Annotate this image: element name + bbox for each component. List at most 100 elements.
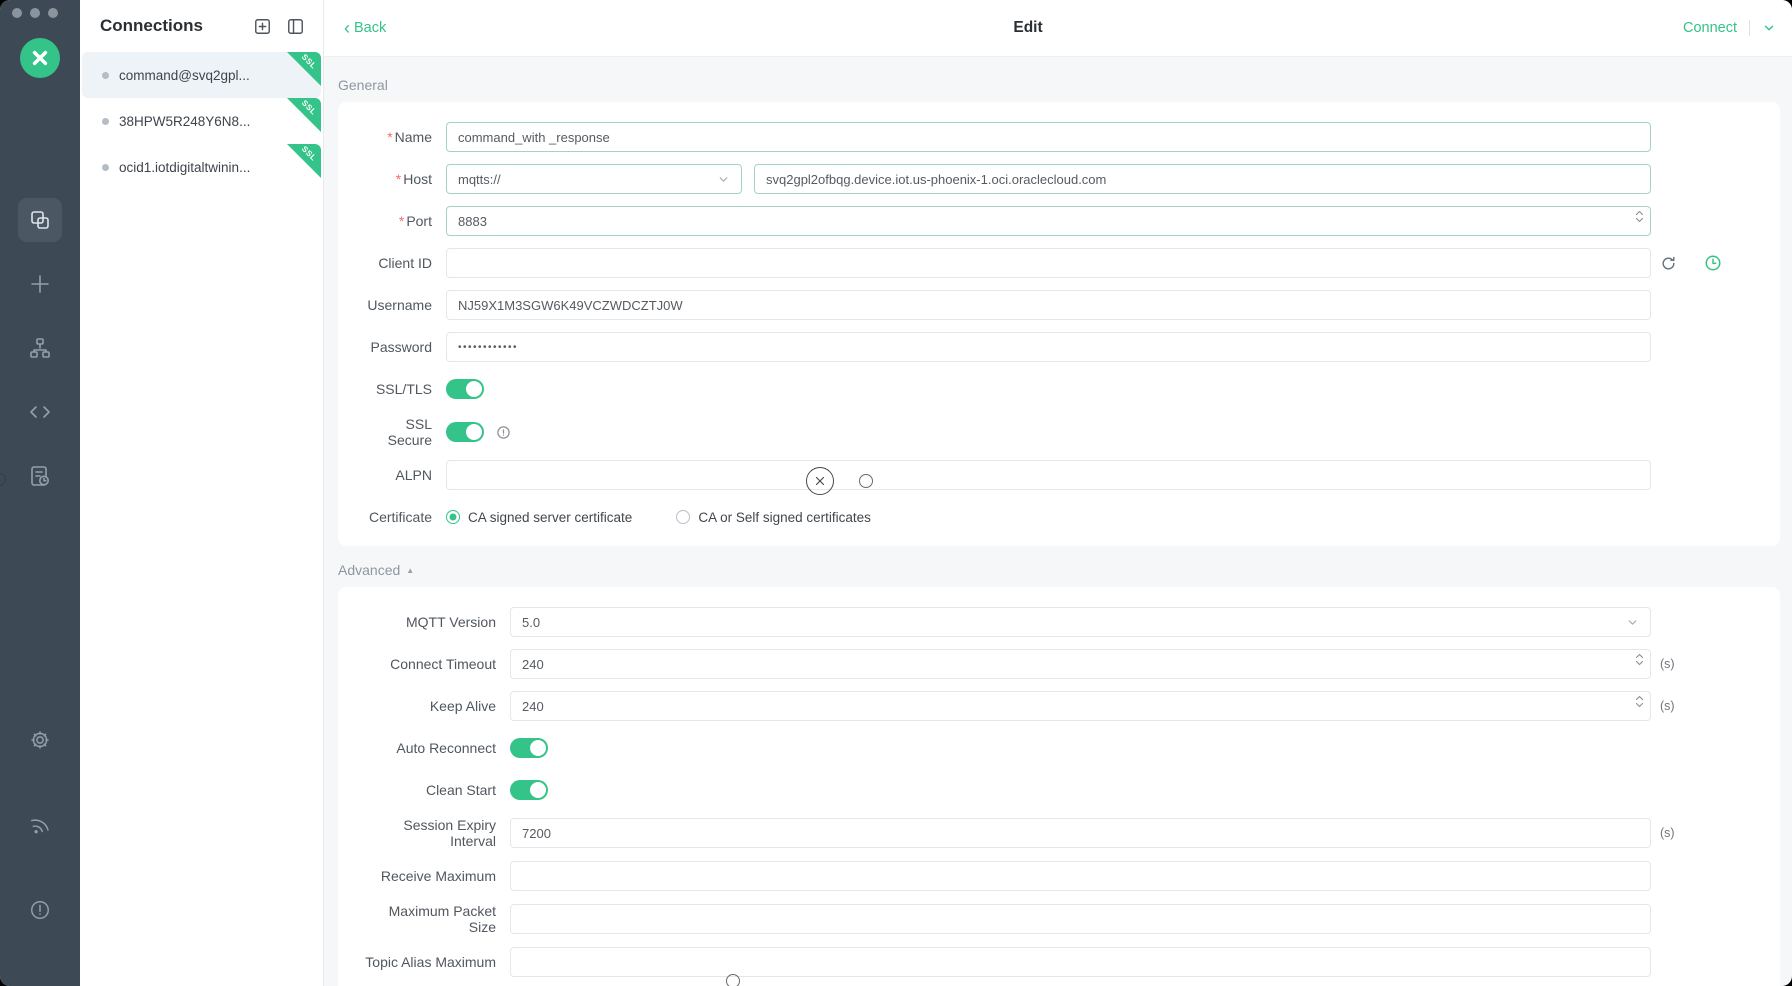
mqtt-version-select[interactable]: 5.0 — [510, 607, 1651, 637]
host-label: *Host — [358, 171, 432, 187]
collapse-caret-icon: ▲ — [406, 566, 414, 575]
sidebar-item-about[interactable] — [18, 888, 62, 932]
code-icon — [28, 400, 52, 424]
app-sidebar — [0, 0, 80, 986]
host-field-row: *Host mqtts:// — [338, 164, 1780, 194]
keep-alive-input[interactable] — [522, 699, 1639, 714]
ssl-badge: SSL — [287, 52, 321, 86]
sidebar-item-topic-tree[interactable] — [18, 326, 62, 370]
radio-ca-signed-server[interactable]: CA signed server certificate — [446, 510, 632, 525]
seconds-unit: (s) — [1660, 826, 1675, 840]
advanced-card: MQTT Version 5.0 Connect Timeout — [338, 587, 1780, 986]
minimize-window-button[interactable] — [30, 8, 40, 18]
back-chevron-icon: ‹ — [344, 21, 350, 35]
clean-start-label: Clean Start — [358, 782, 496, 798]
alpn-input[interactable] — [458, 468, 1639, 483]
alpn-label: ALPN — [358, 467, 432, 483]
sidebar-item-new-connection[interactable] — [18, 262, 62, 306]
connection-list-item[interactable]: ocid1.iotdigitaltwinin... SSL — [82, 144, 321, 190]
app-window: Connections command@svq2gpl... SSL — [0, 0, 1792, 986]
connection-list-item[interactable]: command@svq2gpl... SSL — [82, 52, 321, 98]
connection-list-item[interactable]: 38HPW5R248Y6N8... SSL — [82, 98, 321, 144]
info-icon — [29, 899, 51, 921]
maximum-packet-size-input[interactable] — [522, 912, 1639, 927]
session-expiry-field-row: Session Expiry Interval (s) — [338, 817, 1780, 849]
collapse-panel-icon[interactable] — [286, 17, 305, 36]
auto-reconnect-label: Auto Reconnect — [358, 740, 496, 756]
general-card: *Name *Host mqtts:// — [338, 102, 1780, 546]
zoom-window-button[interactable] — [48, 8, 58, 18]
port-stepper[interactable] — [1635, 210, 1644, 223]
host-input[interactable] — [766, 172, 1639, 187]
sidebar-item-log[interactable] — [18, 454, 62, 498]
back-button[interactable]: ‹ Back — [344, 20, 386, 36]
connection-status-dot — [102, 164, 109, 171]
mqttx-logo — [20, 38, 60, 78]
topic-alias-maximum-input[interactable] — [522, 955, 1639, 970]
connection-status-dot — [102, 118, 109, 125]
keep-alive-field-row: Keep Alive (s) — [338, 691, 1780, 721]
password-label: Password — [358, 339, 432, 355]
ssl-tls-field-row: SSL/TLS — [338, 374, 1780, 404]
username-label: Username — [358, 297, 432, 313]
receive-maximum-input[interactable] — [522, 869, 1639, 884]
username-input[interactable] — [458, 298, 1639, 313]
ssl-badge: SSL — [287, 98, 321, 132]
main-area: ‹ Back Edit Connect General — [324, 0, 1792, 986]
maximum-packet-size-label: Maximum Packet Size — [358, 903, 496, 935]
general-section-header[interactable]: General — [338, 77, 1780, 93]
chevron-down-icon — [1762, 21, 1776, 35]
plus-icon — [28, 272, 52, 296]
mqtt-version-label: MQTT Version — [358, 614, 496, 630]
chevron-down-icon — [1626, 616, 1639, 629]
connect-timeout-stepper[interactable] — [1635, 653, 1644, 666]
client-id-label: Client ID — [358, 255, 432, 271]
connection-name: command@svq2gpl... — [119, 68, 280, 83]
sidebar-item-connections[interactable] — [18, 198, 62, 242]
seconds-unit: (s) — [1660, 657, 1675, 671]
close-window-button[interactable] — [12, 8, 22, 18]
username-field-row: Username — [338, 290, 1780, 320]
auto-reconnect-toggle[interactable] — [510, 738, 548, 758]
connections-panel-title: Connections — [100, 16, 253, 36]
refresh-client-id-icon[interactable] — [1660, 255, 1677, 272]
session-expiry-label: Session Expiry Interval — [358, 817, 496, 849]
protocol-select[interactable]: mqtts:// — [446, 164, 742, 194]
connect-timeout-field-row: Connect Timeout (s) — [338, 649, 1780, 679]
connect-timeout-input[interactable] — [522, 657, 1639, 672]
port-input[interactable] — [458, 214, 1639, 229]
log-icon — [28, 464, 52, 488]
session-expiry-input[interactable] — [522, 826, 1639, 841]
timestamp-client-id-icon[interactable] — [1704, 254, 1722, 272]
port-label: *Port — [358, 213, 432, 229]
client-id-input[interactable] — [458, 256, 1639, 271]
clean-start-field-row: Clean Start — [338, 775, 1780, 805]
receive-maximum-field-row: Receive Maximum — [338, 861, 1780, 891]
connection-name: ocid1.iotdigitaltwinin... — [119, 160, 280, 175]
connect-dropdown-button[interactable] — [1762, 21, 1776, 35]
radio-ca-or-self-signed[interactable]: CA or Self signed certificates — [676, 510, 871, 525]
chevron-down-icon — [717, 173, 730, 186]
page-title: Edit — [1013, 19, 1042, 37]
ssl-secure-info-icon — [496, 425, 511, 440]
ssl-tls-toggle[interactable] — [446, 379, 484, 399]
name-input[interactable] — [458, 130, 1639, 145]
sidebar-item-script[interactable] — [18, 390, 62, 434]
clean-start-toggle[interactable] — [510, 780, 548, 800]
gear-icon — [29, 729, 51, 751]
connect-button[interactable]: Connect — [1683, 20, 1737, 36]
topic-alias-maximum-field-row: Topic Alias Maximum — [338, 947, 1780, 977]
logo-x-icon — [30, 48, 50, 68]
password-input[interactable] — [458, 342, 1639, 353]
certificate-label: Certificate — [358, 509, 432, 525]
sidebar-item-feed[interactable] — [18, 803, 62, 847]
client-id-field-row: Client ID — [338, 248, 1780, 278]
port-field-row: *Port — [338, 206, 1780, 236]
new-connection-icon[interactable] — [253, 17, 272, 36]
name-field-row: *Name — [338, 122, 1780, 152]
sidebar-item-settings[interactable] — [18, 718, 62, 762]
window-traffic-lights[interactable] — [0, 8, 58, 18]
keep-alive-stepper[interactable] — [1635, 695, 1644, 708]
ssl-secure-toggle[interactable] — [446, 422, 484, 442]
advanced-section-header[interactable]: Advanced ▲ — [338, 562, 1780, 578]
